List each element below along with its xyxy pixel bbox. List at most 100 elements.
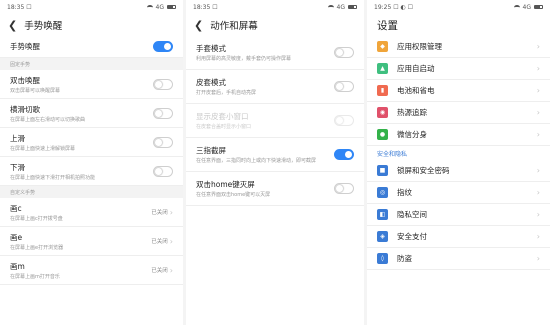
toggle-switch[interactable] xyxy=(153,41,173,52)
setting-title: 横滑切歌 xyxy=(10,104,40,114)
chevron-right-icon: › xyxy=(169,207,173,217)
back-arrow-icon[interactable]: ❮ xyxy=(194,19,203,32)
section-header: 自定义手势 xyxy=(0,186,183,198)
setting-description: 在屏幕上面快速下滑打开相机拍照功能 xyxy=(10,174,96,181)
chevron-right-icon: › xyxy=(536,86,540,95)
page-title: 手势唤醒 xyxy=(24,21,63,32)
setting-title: 三指截屏 xyxy=(196,146,226,155)
settings-item[interactable]: ● 微信分身 › xyxy=(367,124,550,146)
setting-row[interactable]: 手套模式 利用屏幕的高灵敏度，戴手套仍可操作屏幕 xyxy=(186,36,364,70)
settings-item[interactable]: ◈ 安全支付 › xyxy=(367,226,550,248)
battery-icon xyxy=(348,5,357,9)
wifi-icon xyxy=(513,4,520,10)
heat-icon: ◉ xyxy=(377,107,388,118)
section-header: 固定手势 xyxy=(0,58,183,70)
settings-item-label: 应用自启动 xyxy=(397,64,435,73)
setting-value: 已关闭 › xyxy=(151,266,173,275)
setting-description: 在任意界面双击home键可以灭屏 xyxy=(196,192,271,198)
signal-label: 4G xyxy=(155,3,164,11)
chevron-right-icon: › xyxy=(536,254,540,263)
setting-title: 手套模式 xyxy=(196,44,226,53)
settings-item-label: 隐私空间 xyxy=(397,210,427,219)
toggle-switch[interactable] xyxy=(334,81,354,92)
page-title: 动作和屏幕 xyxy=(210,21,258,32)
chevron-right-icon: › xyxy=(536,232,540,241)
setting-text: 横滑切歌在屏幕上面左右滑动可以切换歌曲 xyxy=(10,104,85,123)
setting-row[interactable]: 手势唤醒 xyxy=(0,36,183,58)
battery-icon: ▮ xyxy=(377,85,388,96)
chevron-right-icon: › xyxy=(536,166,540,175)
chevron-right-icon: › xyxy=(536,188,540,197)
setting-text: 皮套模式 打开皮套后，手机自动亮屏 xyxy=(196,77,256,96)
setting-text: 上滑 在屏幕上面快速上滑解锁屏幕 xyxy=(10,133,75,152)
setting-text: 画m 在屏幕上画m打开音乐 xyxy=(10,261,60,280)
setting-description: 在任意界面，三指同时向上或向下快速滑动，即可截屏 xyxy=(196,158,317,164)
value-label: 已关闭 xyxy=(151,268,168,274)
chevron-right-icon: › xyxy=(536,130,540,139)
back-arrow-icon[interactable]: ❮ xyxy=(8,19,17,32)
section-header: 安全和隐私 xyxy=(367,146,550,160)
setting-row[interactable]: 双击home键灭屏 在任意界面双击home键可以灭屏 xyxy=(186,172,364,206)
toggle-switch[interactable] xyxy=(334,47,354,58)
setting-description: 在屏幕上面左右滑动可以切换歌曲 xyxy=(10,116,86,123)
setting-row[interactable]: 画c 在屏幕上画c打开拨号盘 已关闭 › xyxy=(0,198,183,227)
status-time: 18:35 ☐ xyxy=(193,3,218,11)
chevron-right-icon: › xyxy=(536,64,540,73)
payment-icon: ◈ xyxy=(377,231,388,242)
toggle-switch[interactable] xyxy=(153,107,173,119)
setting-row[interactable]: 画m 在屏幕上画m打开音乐 已关闭 › xyxy=(0,256,183,285)
setting-row[interactable]: 三指截屏在任意界面，三指同时向上或向下快速滑动，即可截屏 xyxy=(186,138,364,172)
setting-row[interactable]: 上滑 在屏幕上面快速上滑解锁屏幕 xyxy=(0,128,183,157)
setting-title: 皮套模式 xyxy=(196,78,226,87)
settings-item-label: 微信分身 xyxy=(397,130,427,139)
settings-item-label: 指纹 xyxy=(397,188,412,197)
lock-icon: ■ xyxy=(377,165,388,176)
page-title: 设置 xyxy=(377,19,398,32)
setting-row[interactable]: 横滑切歌在屏幕上面左右滑动可以切换歌曲 xyxy=(0,99,183,128)
setting-text: 画c 在屏幕上画c打开拨号盘 xyxy=(10,203,63,222)
setting-row[interactable]: 下滑 在屏幕上面快速下滑打开相机拍照功能 xyxy=(0,157,183,186)
settings-item[interactable]: ▲ 应用自启动 › xyxy=(367,58,550,80)
toggle-switch[interactable] xyxy=(153,165,173,177)
chevron-right-icon: › xyxy=(169,265,173,275)
setting-title: 手势唤醒 xyxy=(10,42,40,51)
setting-description: 在皮套合盖时显示小窗口 xyxy=(196,124,252,130)
settings-item[interactable]: ◎ 指纹 › xyxy=(367,182,550,204)
wifi-icon xyxy=(327,4,334,10)
settings-item[interactable]: ▮ 电池和省电 › xyxy=(367,80,550,102)
setting-text: 手势唤醒 xyxy=(10,41,40,52)
setting-text: 下滑 在屏幕上面快速下滑打开相机拍照功能 xyxy=(10,162,95,181)
status-bar: 19:25 ☐ ◐ ☐ 4G xyxy=(367,0,550,14)
wechat-icon: ● xyxy=(377,129,388,140)
settings-item[interactable]: ◉ 热源追踪 › xyxy=(367,102,550,124)
settings-item[interactable]: ◆ 应用权限管理 › xyxy=(367,36,550,58)
setting-value: 已关闭 › xyxy=(151,237,173,246)
setting-row[interactable]: 双击唤醒 双击屏幕可以唤醒屏幕 xyxy=(0,70,183,99)
battery-icon xyxy=(167,5,176,9)
settings-item[interactable]: ◊ 防盗 › xyxy=(367,248,550,270)
motion-screen-panel: 18:35 ☐ 4G ❮ 动作和屏幕 手套模式 利用屏幕的高灵敏度，戴手套仍可操作… xyxy=(186,0,364,325)
setting-row[interactable]: 皮套模式 打开皮套后，手机自动亮屏 xyxy=(186,70,364,104)
setting-text: 画e 在屏幕上画e打开浏览器 xyxy=(10,232,63,251)
battery-icon xyxy=(534,5,543,9)
setting-text: 双击home键灭屏 在任意界面双击home键可以灭屏 xyxy=(196,179,270,198)
toggle-switch[interactable] xyxy=(153,136,173,148)
signal-label: 4G xyxy=(522,3,531,11)
setting-title: 画m xyxy=(10,261,25,271)
settings-item-label: 防盗 xyxy=(397,254,412,263)
setting-row[interactable]: 显示皮套小窗口 在皮套合盖时显示小窗口 xyxy=(186,104,364,138)
toggle-switch[interactable] xyxy=(334,149,354,160)
setting-title: 画e xyxy=(10,232,23,242)
settings-item-label: 热源追踪 xyxy=(397,108,427,117)
shield-icon: ◆ xyxy=(377,41,388,52)
settings-item[interactable]: ◧ 隐私空间 › xyxy=(367,204,550,226)
settings-item[interactable]: ■ 锁屏和安全密码 › xyxy=(367,160,550,182)
wifi-icon xyxy=(146,4,153,10)
setting-description: 在屏幕上画m打开音乐 xyxy=(10,273,60,280)
toggle-switch[interactable] xyxy=(153,78,173,90)
page-header: ❮ 手势唤醒 xyxy=(0,14,183,36)
setting-title: 上滑 xyxy=(10,133,25,143)
setting-row[interactable]: 画e 在屏幕上画e打开浏览器 已关闭 › xyxy=(0,227,183,256)
toggle-switch[interactable] xyxy=(334,183,354,194)
settings-panel: 19:25 ☐ ◐ ☐ 4G 设置 ◆ 应用权限管理 › ▲ 应用自启动 › ▮ 电池和省电 ›… xyxy=(367,0,550,325)
